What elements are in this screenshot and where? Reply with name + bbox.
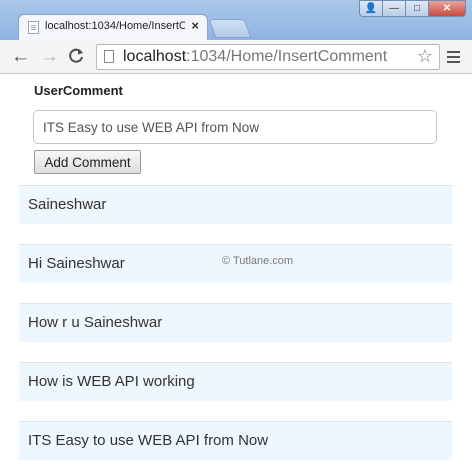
comment-item: Saineshwar [19, 185, 452, 224]
hamburger-menu-icon[interactable] [447, 51, 460, 63]
url-path: :1034/Home/InsertComment [186, 48, 388, 65]
page-favicon-icon [28, 21, 39, 34]
add-comment-button[interactable]: Add Comment [34, 150, 141, 174]
back-arrow-icon[interactable]: ← [11, 47, 30, 66]
new-tab-button[interactable] [208, 19, 252, 38]
comment-item: ITS Easy to use WEB API from Now [19, 421, 452, 460]
maximize-button[interactable]: □ [405, 0, 429, 17]
reload-icon-glyph [69, 48, 83, 63]
watermark: © Tutlane.com [222, 255, 294, 267]
window-controls: 👤 — □ ✕ [359, 0, 466, 17]
forward-arrow-icon[interactable]: → [40, 47, 59, 66]
user-comment-label: UserComment [34, 83, 123, 98]
user-profile-button[interactable]: 👤 [359, 0, 383, 17]
close-window-button[interactable]: ✕ [428, 0, 466, 17]
minimize-button[interactable]: — [382, 0, 406, 17]
comment-item: How r u Saineshwar [19, 303, 452, 342]
address-bar[interactable]: localhost:1034/Home/InsertComment ☆ [96, 44, 440, 70]
reload-icon[interactable] [68, 47, 85, 68]
bookmark-star-icon[interactable]: ☆ [417, 46, 433, 67]
browser-toolbar: ← → localhost:1034/Home/InsertComment ☆ [0, 40, 472, 74]
url-text[interactable]: localhost:1034/Home/InsertComment [123, 48, 387, 66]
comment-input[interactable] [33, 110, 437, 144]
window-titlebar: localhost:1034/Home/InsertComment × 👤 — … [0, 0, 472, 41]
url-host: localhost [123, 48, 187, 65]
comment-item: How is WEB API working [19, 362, 452, 401]
browser-tab[interactable]: localhost:1034/Home/InsertComment × [18, 14, 208, 41]
tab-title: localhost:1034/Home/InsertComment [45, 20, 185, 32]
tab-close-icon[interactable]: × [191, 18, 199, 33]
page-icon [104, 50, 114, 63]
